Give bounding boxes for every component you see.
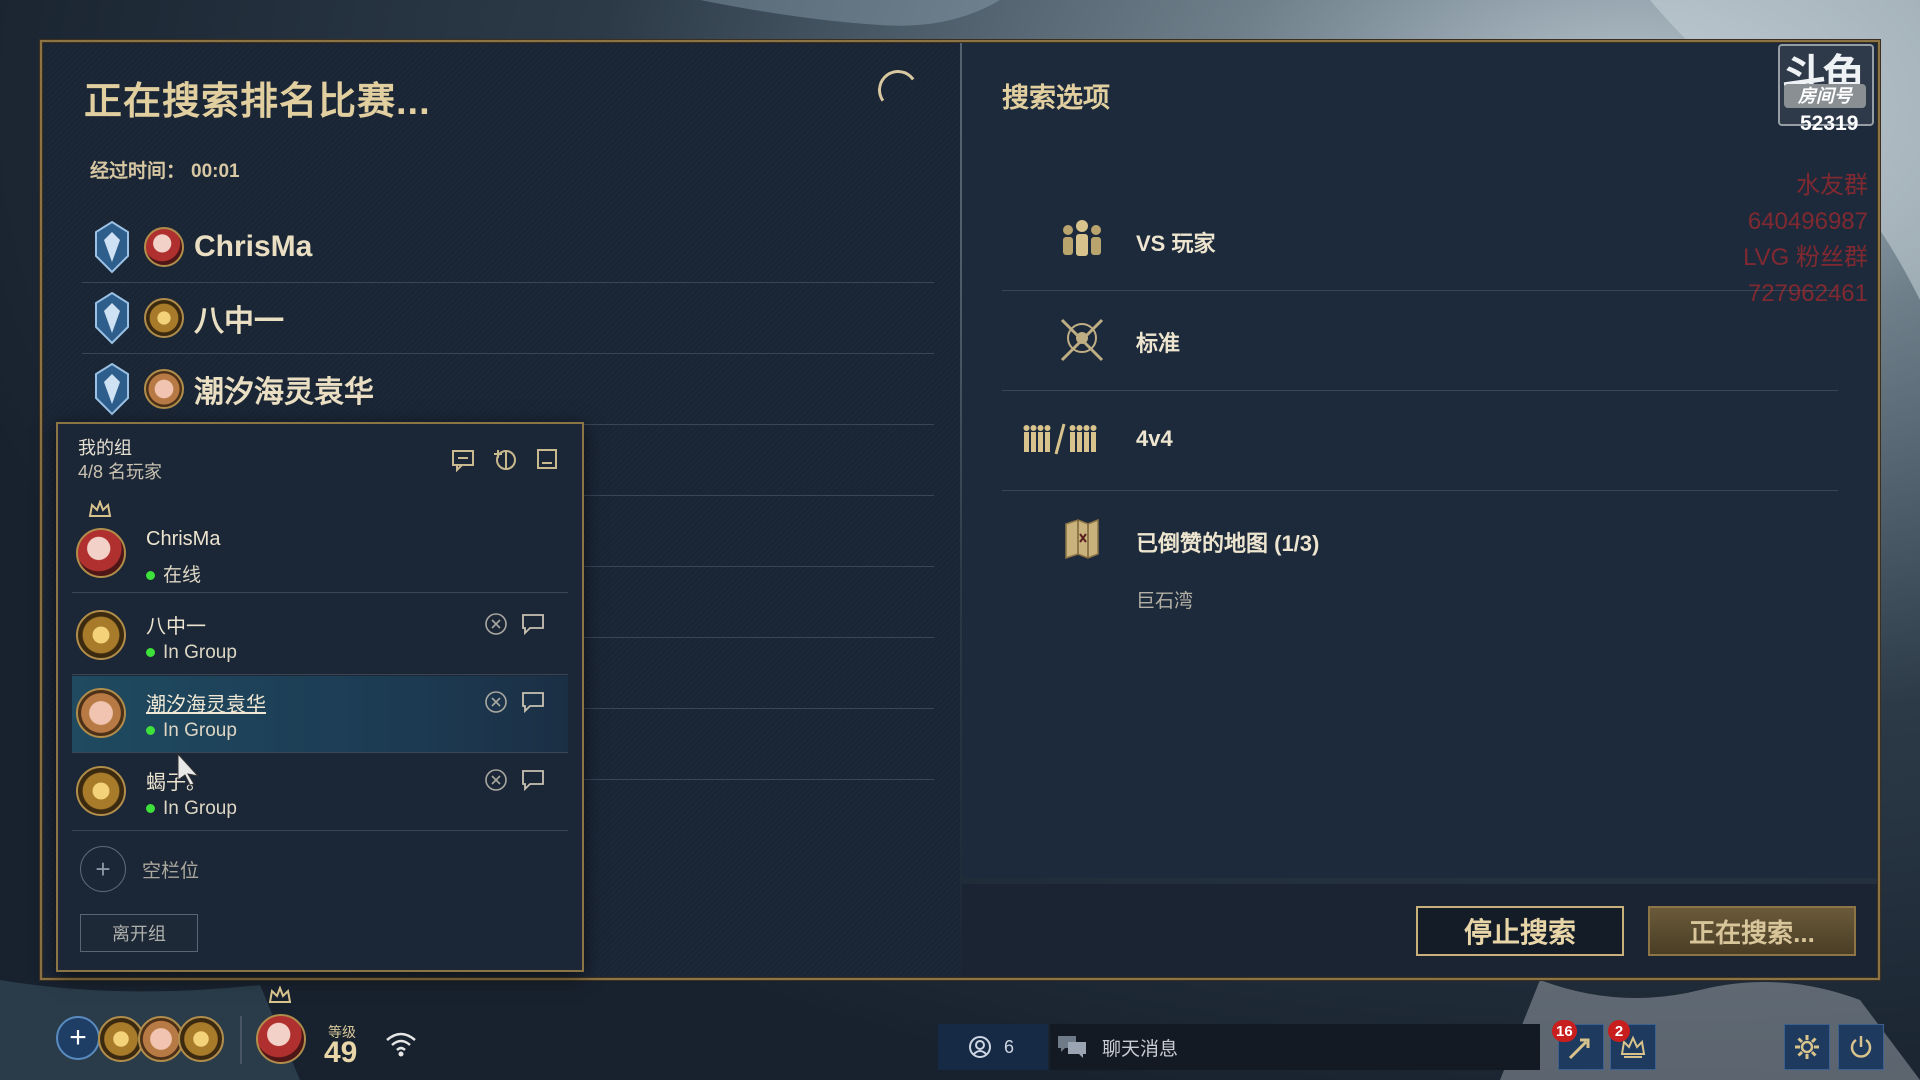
add-player-icon[interactable]: + xyxy=(80,846,126,892)
player-name: 八中一 xyxy=(194,305,284,338)
member-status-text: In Group xyxy=(163,642,237,663)
kick-member-icon[interactable] xyxy=(484,690,508,714)
page-title: 正在搜索排名比赛... xyxy=(84,81,431,123)
level-value: 49 xyxy=(324,1036,358,1069)
group-title: 我的组 xyxy=(78,438,132,458)
divider xyxy=(240,1016,242,1064)
crossed-swords-icon xyxy=(1060,318,1104,362)
whisper-chat-icon[interactable] xyxy=(520,768,546,792)
notification-badge: 16 xyxy=(1552,1020,1577,1042)
searching-button: 正在搜索... xyxy=(1648,906,1856,956)
overlay-line: LVG 粉丝群 xyxy=(1743,244,1868,271)
mouse-cursor-icon xyxy=(177,752,200,786)
power-button[interactable] xyxy=(1838,1024,1884,1070)
whisper-chat-icon[interactable] xyxy=(520,612,546,636)
option-label: VS 玩家 xyxy=(1136,231,1216,256)
my-group-popup: 我的组 4/8 名玩家 ChrisMa 在线 八中一 In Group 潮汐海灵… xyxy=(56,422,584,972)
member-name: ChrisMa xyxy=(146,528,221,550)
player-avatar xyxy=(144,298,184,338)
players-icon xyxy=(1063,220,1101,256)
member-status-text: 在线 xyxy=(163,565,202,586)
group-avatar[interactable] xyxy=(178,1016,224,1062)
member-name[interactable]: 潮汐海灵袁华 xyxy=(146,688,266,717)
option-row-mode: VS 玩家 xyxy=(1002,190,1838,291)
queue-player-row: ChrisMa xyxy=(82,212,934,283)
kick-member-icon[interactable] xyxy=(484,768,508,792)
clan-badge: 2 xyxy=(1608,1020,1630,1042)
stop-search-button[interactable]: 停止搜索 xyxy=(1416,906,1624,956)
group-player-count: 4/8 名玩家 xyxy=(78,462,163,482)
map-icon xyxy=(1065,518,1099,560)
group-member-row[interactable]: 潮汐海灵袁华 In Group xyxy=(72,676,568,753)
option-row-size: 4v4 xyxy=(1002,390,1838,491)
add-friend-button[interactable]: + xyxy=(56,1016,100,1060)
member-status: In Group xyxy=(146,642,237,664)
rank-emblem-icon xyxy=(95,291,129,345)
power-icon xyxy=(1850,1036,1872,1058)
member-status: 在线 xyxy=(146,560,201,587)
member-avatar xyxy=(76,528,126,578)
room-badge: 房间号 xyxy=(1784,84,1866,108)
queue-player-row: 八中一 xyxy=(82,283,934,354)
player-avatar xyxy=(144,227,184,267)
room-number: 52319 xyxy=(1800,112,1859,135)
player-name: ChrisMa xyxy=(194,230,313,263)
elapsed-time: 经过时间： 00:01 xyxy=(84,156,240,183)
kick-member-icon[interactable] xyxy=(484,612,508,636)
minimize-icon[interactable] xyxy=(534,446,560,472)
chat-bubbles-icon xyxy=(1058,1036,1086,1058)
overlay-line: 727962461 xyxy=(1747,280,1868,307)
member-status-text: In Group xyxy=(163,720,237,741)
chat-bar[interactable]: 聊天消息 xyxy=(1050,1024,1540,1070)
invite-player-icon[interactable] xyxy=(492,446,518,472)
option-label: 标准 xyxy=(1136,331,1181,356)
empty-slot[interactable]: + 空栏位 xyxy=(80,846,199,892)
online-status-dot-icon xyxy=(146,571,155,581)
member-avatar xyxy=(76,766,126,816)
group-actions xyxy=(450,446,560,472)
profile-avatar[interactable] xyxy=(256,1014,306,1064)
overlay-line: 640496987 xyxy=(1747,208,1868,235)
elapsed-label: 经过时间： xyxy=(90,161,186,182)
member-status-text: In Group xyxy=(163,798,237,819)
member-status: In Group xyxy=(146,798,237,820)
team-size-icon xyxy=(1023,423,1097,455)
leader-crown-icon xyxy=(268,986,292,1003)
member-avatar xyxy=(76,610,126,660)
member-status: In Group xyxy=(146,720,237,742)
option-row-map: 已倒赞的地图 (1/3) xyxy=(1002,490,1838,590)
group-member-row[interactable]: 八中一 In Group xyxy=(72,598,568,675)
vetoed-map-name: 巨石湾 xyxy=(1136,591,1194,612)
player-name: 潮汐海灵袁华 xyxy=(194,376,374,409)
leave-group-button[interactable]: 离开组 xyxy=(80,914,198,952)
member-name: 八中一 xyxy=(146,616,206,638)
friends-icon xyxy=(969,1036,991,1058)
empty-slot-label: 空栏位 xyxy=(142,860,200,882)
online-status-dot-icon xyxy=(146,804,155,814)
player-avatar xyxy=(144,369,184,409)
whisper-chat-icon[interactable] xyxy=(520,690,546,714)
settings-button[interactable] xyxy=(1784,1024,1830,1070)
group-member-row[interactable]: ChrisMa 在线 xyxy=(72,516,568,593)
gear-icon xyxy=(1795,1035,1819,1059)
rank-emblem-icon xyxy=(95,362,129,416)
member-avatar xyxy=(76,688,126,738)
queue-player-row: 潮汐海灵袁华 xyxy=(82,354,934,425)
online-status-dot-icon xyxy=(146,648,155,658)
option-row-type: 标准 xyxy=(1002,290,1838,391)
options-title: 搜索选项 xyxy=(1002,83,1110,113)
option-label: 已倒赞的地图 (1/3) xyxy=(1136,531,1320,556)
overlay-line: 水友群 xyxy=(1796,172,1868,199)
fan-group-overlay: 水友群 640496987 LVG 粉丝群 727962461 xyxy=(1718,168,1868,312)
online-status-dot-icon xyxy=(146,726,155,736)
group-member-row[interactable]: 蝎子。 In Group xyxy=(72,754,568,831)
option-label: 4v4 xyxy=(1136,426,1173,451)
elapsed-value: 00:01 xyxy=(191,161,240,182)
connection-wifi-icon xyxy=(386,1032,416,1057)
friends-online-button[interactable]: 6 xyxy=(938,1024,1048,1070)
rank-emblem-icon xyxy=(95,220,129,274)
chat-label: 聊天消息 xyxy=(1102,1038,1179,1060)
group-chat-icon[interactable] xyxy=(450,446,476,472)
friends-count: 6 xyxy=(1004,1036,1015,1057)
